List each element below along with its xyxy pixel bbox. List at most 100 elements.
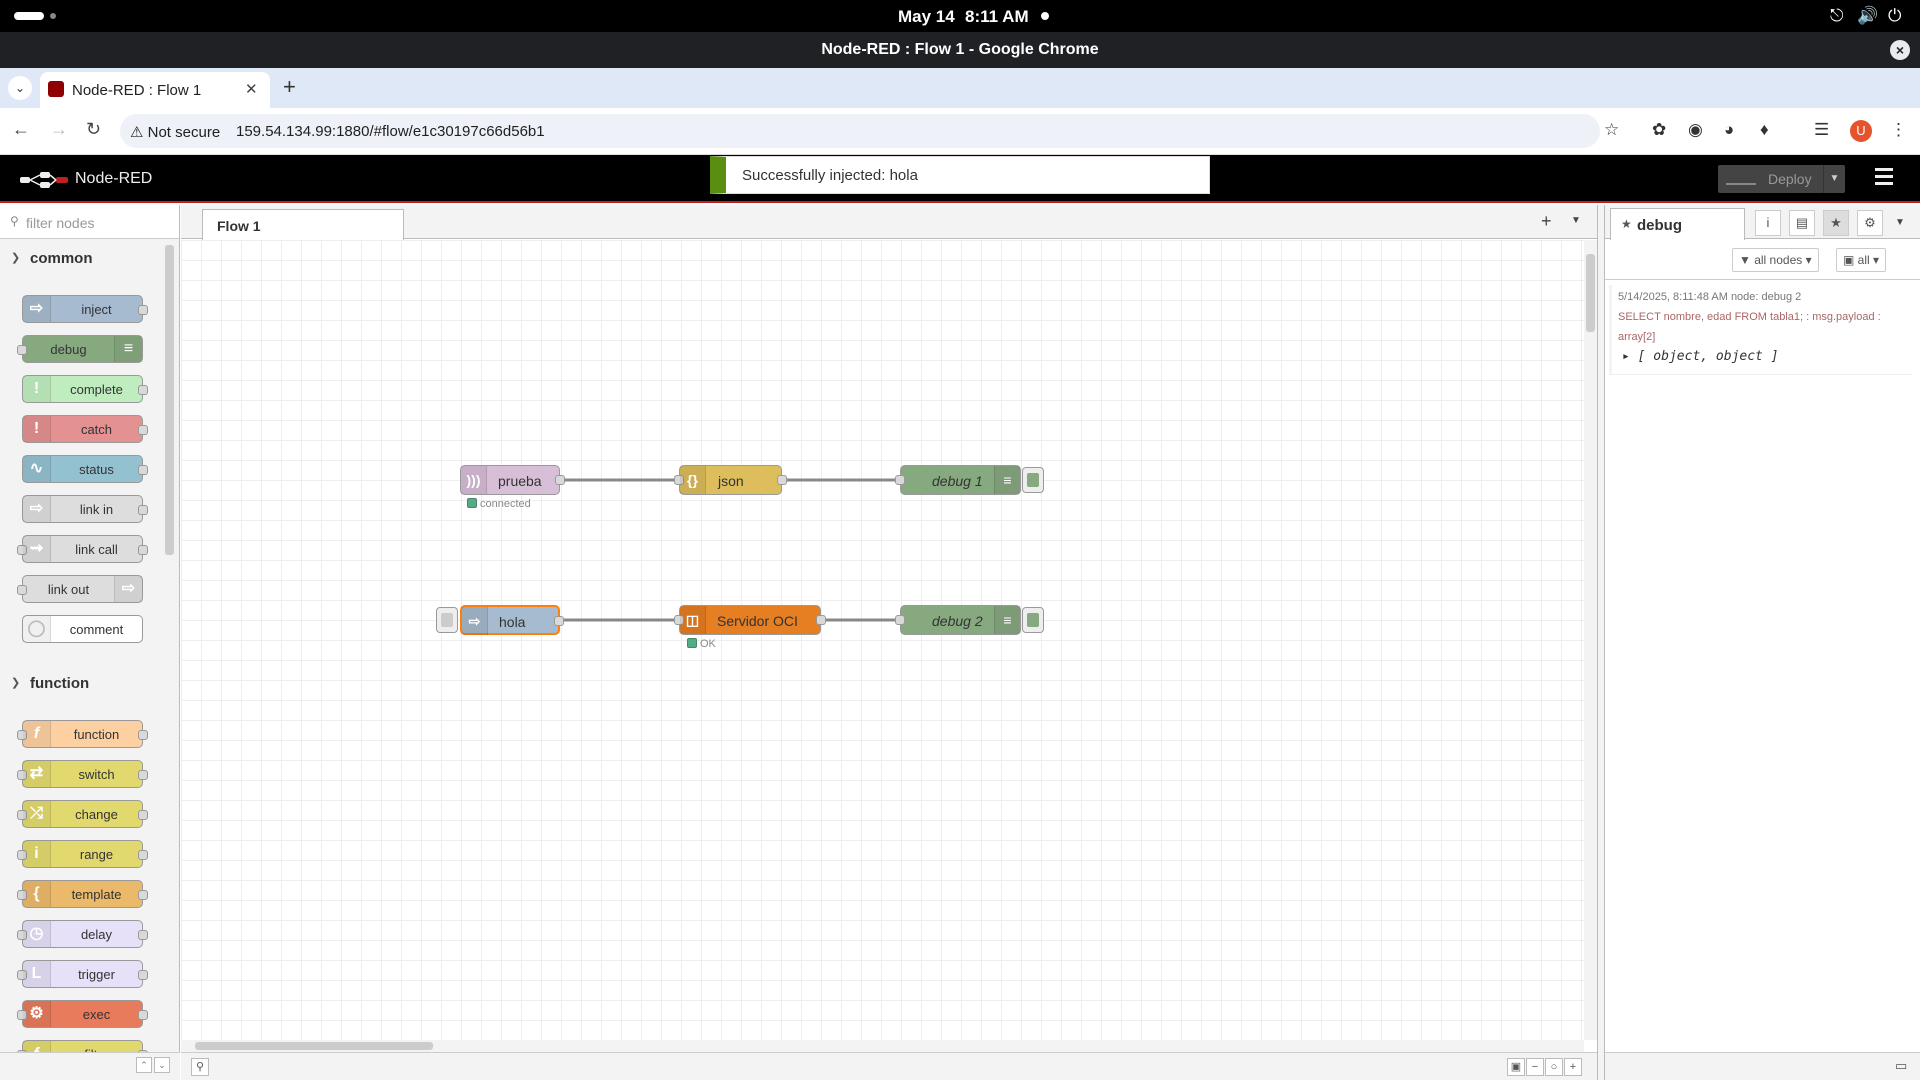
activities-indicator[interactable] <box>14 12 44 20</box>
zoom-out-icon[interactable]: − <box>1526 1058 1544 1076</box>
flow-node-servidor-oci[interactable]: ◫ Servidor OCI <box>674 605 826 635</box>
output-port[interactable] <box>777 475 787 485</box>
category-common[interactable]: ❯ common <box>0 245 165 275</box>
security-indicator[interactable]: ⚠ Not secure <box>130 123 220 141</box>
sidebar-menu-chevron-icon[interactable]: ▼ <box>1895 217 1905 228</box>
navigator-icon[interactable]: ▣ <box>1507 1058 1525 1076</box>
output-port[interactable] <box>138 545 148 555</box>
new-tab-icon[interactable]: + <box>283 74 296 100</box>
debug-message[interactable]: 5/14/2025, 8:11:48 AM node: debug 2 SELE… <box>1609 285 1912 375</box>
palette-node-status[interactable]: ∿ status <box>22 455 148 483</box>
inject-notification[interactable]: Successfully injected: hola <box>710 156 1210 194</box>
extension-icon[interactable]: ◉ <box>1688 120 1703 140</box>
url-text[interactable]: 159.54.134.99:1880/#flow/e1c30197c66d56b… <box>236 123 545 140</box>
input-port[interactable] <box>895 615 905 625</box>
collapse-all-icon[interactable]: ⌃ <box>136 1057 152 1073</box>
back-icon[interactable]: ← <box>12 119 30 140</box>
palette-node-function[interactable]: f function <box>17 720 148 748</box>
extension-icon[interactable]: ◕ <box>1724 120 1734 140</box>
canvas-vertical-scrollbar[interactable] <box>1584 240 1597 1040</box>
flow-canvas[interactable]: ))) prueba connected {} json debug 1 ≡ ⇨… <box>181 240 1584 1040</box>
help-book-icon[interactable]: ▤ <box>1789 210 1815 236</box>
output-port[interactable] <box>554 616 564 626</box>
output-port[interactable] <box>138 770 148 780</box>
canvas-horizontal-scrollbar[interactable] <box>181 1040 1584 1052</box>
expand-all-icon[interactable]: ⌄ <box>154 1057 170 1073</box>
volume-icon[interactable]: 🔊 <box>1857 6 1878 26</box>
flow-node-hola[interactable]: ⇨ hola <box>460 605 564 635</box>
extension-icon[interactable]: ✿ <box>1652 120 1666 140</box>
scroll-thumb[interactable] <box>1586 254 1595 332</box>
category-function[interactable]: ❯ function <box>0 670 165 700</box>
palette-node-trigger[interactable]: L trigger <box>17 960 148 988</box>
output-port[interactable] <box>138 970 148 980</box>
output-port[interactable] <box>138 850 148 860</box>
power-icon[interactable]: ⏻ <box>1888 6 1901 26</box>
tab-flow-1[interactable]: Flow 1 <box>202 209 404 240</box>
tab-search-chevron-icon[interactable]: ⌄ <box>8 76 32 100</box>
deploy-menu-chevron-icon[interactable]: ▼ <box>1823 165 1845 193</box>
palette-node-link-call[interactable]: ⇝ link call <box>17 535 148 563</box>
input-port[interactable] <box>895 475 905 485</box>
tab-debug[interactable]: ★ debug <box>1610 208 1745 240</box>
palette-node-delay[interactable]: ◷ delay <box>17 920 148 948</box>
palette-node-change[interactable]: ⤮ change <box>17 800 148 828</box>
add-flow-icon[interactable]: + <box>1541 211 1552 232</box>
palette-node-debug[interactable]: debug ≡ <box>17 335 143 363</box>
output-port[interactable] <box>816 615 826 625</box>
palette-node-switch[interactable]: ⇄ switch <box>17 760 148 788</box>
browser-tab[interactable]: Node-RED : Flow 1 ✕ <box>40 72 270 108</box>
flow-node-debug-2[interactable]: debug 2 ≡ <box>895 605 1021 635</box>
debug-toggle-button[interactable] <box>1022 607 1044 633</box>
search-flows-icon[interactable]: ⚲ <box>191 1058 209 1076</box>
output-port[interactable] <box>138 425 148 435</box>
flow-node-debug-1[interactable]: debug 1 ≡ <box>895 465 1021 495</box>
main-menu-icon[interactable] <box>1875 168 1893 188</box>
clear-level-dropdown[interactable]: ▣ all ▾ <box>1836 248 1887 272</box>
message-value[interactable]: ▸ [ object, object ] <box>1622 349 1779 364</box>
zoom-reset-icon[interactable]: ○ <box>1545 1058 1563 1076</box>
palette-node-comment[interactable]: ◯ comment <box>22 615 143 643</box>
output-port[interactable] <box>138 1010 148 1020</box>
tab-close-icon[interactable]: ✕ <box>245 80 258 98</box>
os-date[interactable]: May 14 <box>898 7 955 27</box>
inject-trigger-button[interactable] <box>436 607 458 633</box>
forward-icon[interactable]: → <box>50 119 68 140</box>
output-port[interactable] <box>138 930 148 940</box>
palette-scrollbar[interactable] <box>165 245 174 555</box>
output-port[interactable] <box>138 505 148 515</box>
palette-node-complete[interactable]: ! complete <box>22 375 148 403</box>
debug-toggle-button[interactable] <box>1022 467 1044 493</box>
window-close-icon[interactable]: × <box>1890 40 1910 60</box>
palette-node-exec[interactable]: ⚙ exec <box>17 1000 148 1028</box>
palette-node-catch[interactable]: ! catch <box>22 415 148 443</box>
flow-node-json[interactable]: {} json <box>674 465 787 495</box>
filter-nodes-dropdown[interactable]: ▼ all nodes ▾ <box>1732 248 1819 272</box>
zoom-in-icon[interactable]: + <box>1564 1058 1582 1076</box>
output-port[interactable] <box>138 810 148 820</box>
deploy-button[interactable]: Deploy ▼ <box>1718 165 1845 193</box>
network-icon[interactable]: ⎋ <box>1830 6 1843 26</box>
reload-icon[interactable]: ↻ <box>86 119 101 140</box>
debug-bug-icon[interactable]: ★ <box>1823 210 1849 236</box>
info-icon[interactable]: i <box>1755 210 1781 236</box>
flow-node-prueba[interactable]: ))) prueba <box>460 465 565 495</box>
scroll-thumb[interactable] <box>195 1042 433 1050</box>
output-port[interactable] <box>138 385 148 395</box>
more-menu-icon[interactable]: ⋮ <box>1890 120 1907 140</box>
palette-node-range[interactable]: i range <box>17 840 148 868</box>
extensions-puzzle-icon[interactable]: ♦ <box>1760 120 1769 140</box>
palette-filter-input[interactable]: ⚲ filter nodes <box>0 205 179 239</box>
sidebar-separator[interactable] <box>1597 205 1605 1080</box>
output-port[interactable] <box>555 475 565 485</box>
open-window-icon[interactable]: ▭ <box>1895 1058 1907 1074</box>
media-icon[interactable]: ☰ <box>1814 120 1829 140</box>
output-port[interactable] <box>138 890 148 900</box>
bookmark-star-icon[interactable]: ☆ <box>1604 120 1619 140</box>
output-port[interactable] <box>138 465 148 475</box>
os-time[interactable]: 8:11 AM <box>965 7 1029 27</box>
profile-avatar[interactable]: U <box>1850 120 1872 142</box>
config-gear-icon[interactable]: ⚙ <box>1857 210 1883 236</box>
palette-node-link-in[interactable]: ⇨ link in <box>22 495 148 523</box>
palette-node-template[interactable]: { template <box>17 880 148 908</box>
